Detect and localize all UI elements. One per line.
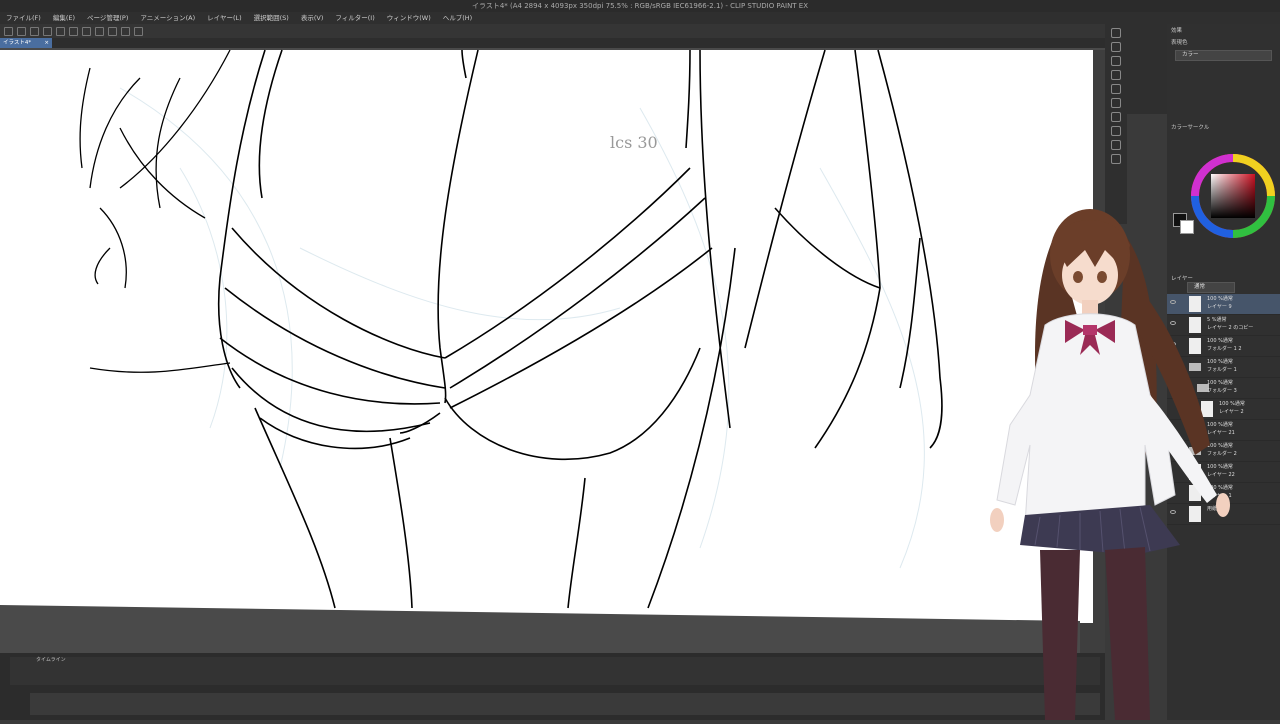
- eyedropper-tool-icon[interactable]: [1111, 112, 1121, 122]
- open-file-icon[interactable]: [17, 26, 26, 36]
- menu-selection[interactable]: 選択範囲(S): [248, 12, 295, 24]
- display-color-label: 表現色: [1171, 40, 1188, 46]
- save-icon[interactable]: [30, 26, 39, 36]
- close-icon[interactable]: ×: [44, 38, 49, 48]
- pen-tool-icon[interactable]: [1111, 28, 1121, 38]
- crop-icon[interactable]: [95, 26, 104, 36]
- color-circle-label: カラーサークル: [1171, 125, 1210, 131]
- brush-tool-icon[interactable]: [1111, 56, 1121, 66]
- timeline-track[interactable]: [30, 693, 1100, 715]
- timeline-toolbar: [10, 657, 1100, 685]
- display-color-select[interactable]: カラー: [1175, 50, 1272, 61]
- menu-window[interactable]: ウィンドウ(W): [381, 12, 437, 24]
- selection-icon[interactable]: [108, 26, 117, 36]
- menu-filter[interactable]: フィルター(I): [329, 12, 380, 24]
- eraser-tool-icon[interactable]: [1111, 70, 1121, 80]
- menu-file[interactable]: ファイル(F): [0, 12, 47, 24]
- effect-label: 効果: [1171, 28, 1183, 34]
- menu-bar: ファイル(F) 編集(E) ページ管理(P) アニメーション(A) レイヤー(L…: [0, 12, 1280, 24]
- text-tool-icon[interactable]: [1111, 140, 1121, 150]
- transform-icon[interactable]: [121, 26, 130, 36]
- menu-edit[interactable]: 編集(E): [47, 12, 81, 24]
- redo-icon[interactable]: [56, 26, 65, 36]
- menu-page[interactable]: ページ管理(P): [81, 12, 134, 24]
- document-tabs: イラスト4* ×: [0, 38, 1105, 48]
- timeline-panel: タイムライン: [0, 653, 1105, 720]
- canvas-area[interactable]: lcs 30: [0, 48, 1105, 653]
- menu-animation[interactable]: アニメーション(A): [134, 12, 201, 24]
- fill-icon[interactable]: [82, 26, 91, 36]
- drawing-paper[interactable]: lcs 30: [0, 48, 1105, 653]
- ruler-icon[interactable]: [134, 26, 143, 36]
- canvas-annotation: lcs 30: [610, 133, 658, 152]
- menu-view[interactable]: 表示(V): [295, 12, 330, 24]
- move-tool-icon[interactable]: [1111, 84, 1121, 94]
- vtuber-avatar: [985, 195, 1240, 720]
- menu-layer[interactable]: レイヤー(L): [201, 12, 248, 24]
- pencil-tool-icon[interactable]: [1111, 42, 1121, 52]
- menu-help[interactable]: ヘルプ(H): [437, 12, 478, 24]
- tool-palette: [1105, 24, 1127, 224]
- tab-label: イラスト4*: [3, 40, 32, 46]
- sub-tool-strip: [1127, 24, 1167, 114]
- timeline-label: タイムライン: [36, 657, 66, 663]
- command-bar: [0, 24, 1105, 38]
- select-tool-icon[interactable]: [1111, 98, 1121, 108]
- new-file-icon[interactable]: [4, 26, 13, 36]
- undo-icon[interactable]: [43, 26, 52, 36]
- fill-tool-icon[interactable]: [1111, 126, 1121, 136]
- window-title: イラスト4* (A4 2894 x 4093px 350dpi 75.5% : …: [0, 0, 1280, 12]
- settings-icon[interactable]: [69, 26, 78, 36]
- figure-tool-icon[interactable]: [1111, 154, 1121, 164]
- tab-document[interactable]: イラスト4* ×: [0, 38, 52, 48]
